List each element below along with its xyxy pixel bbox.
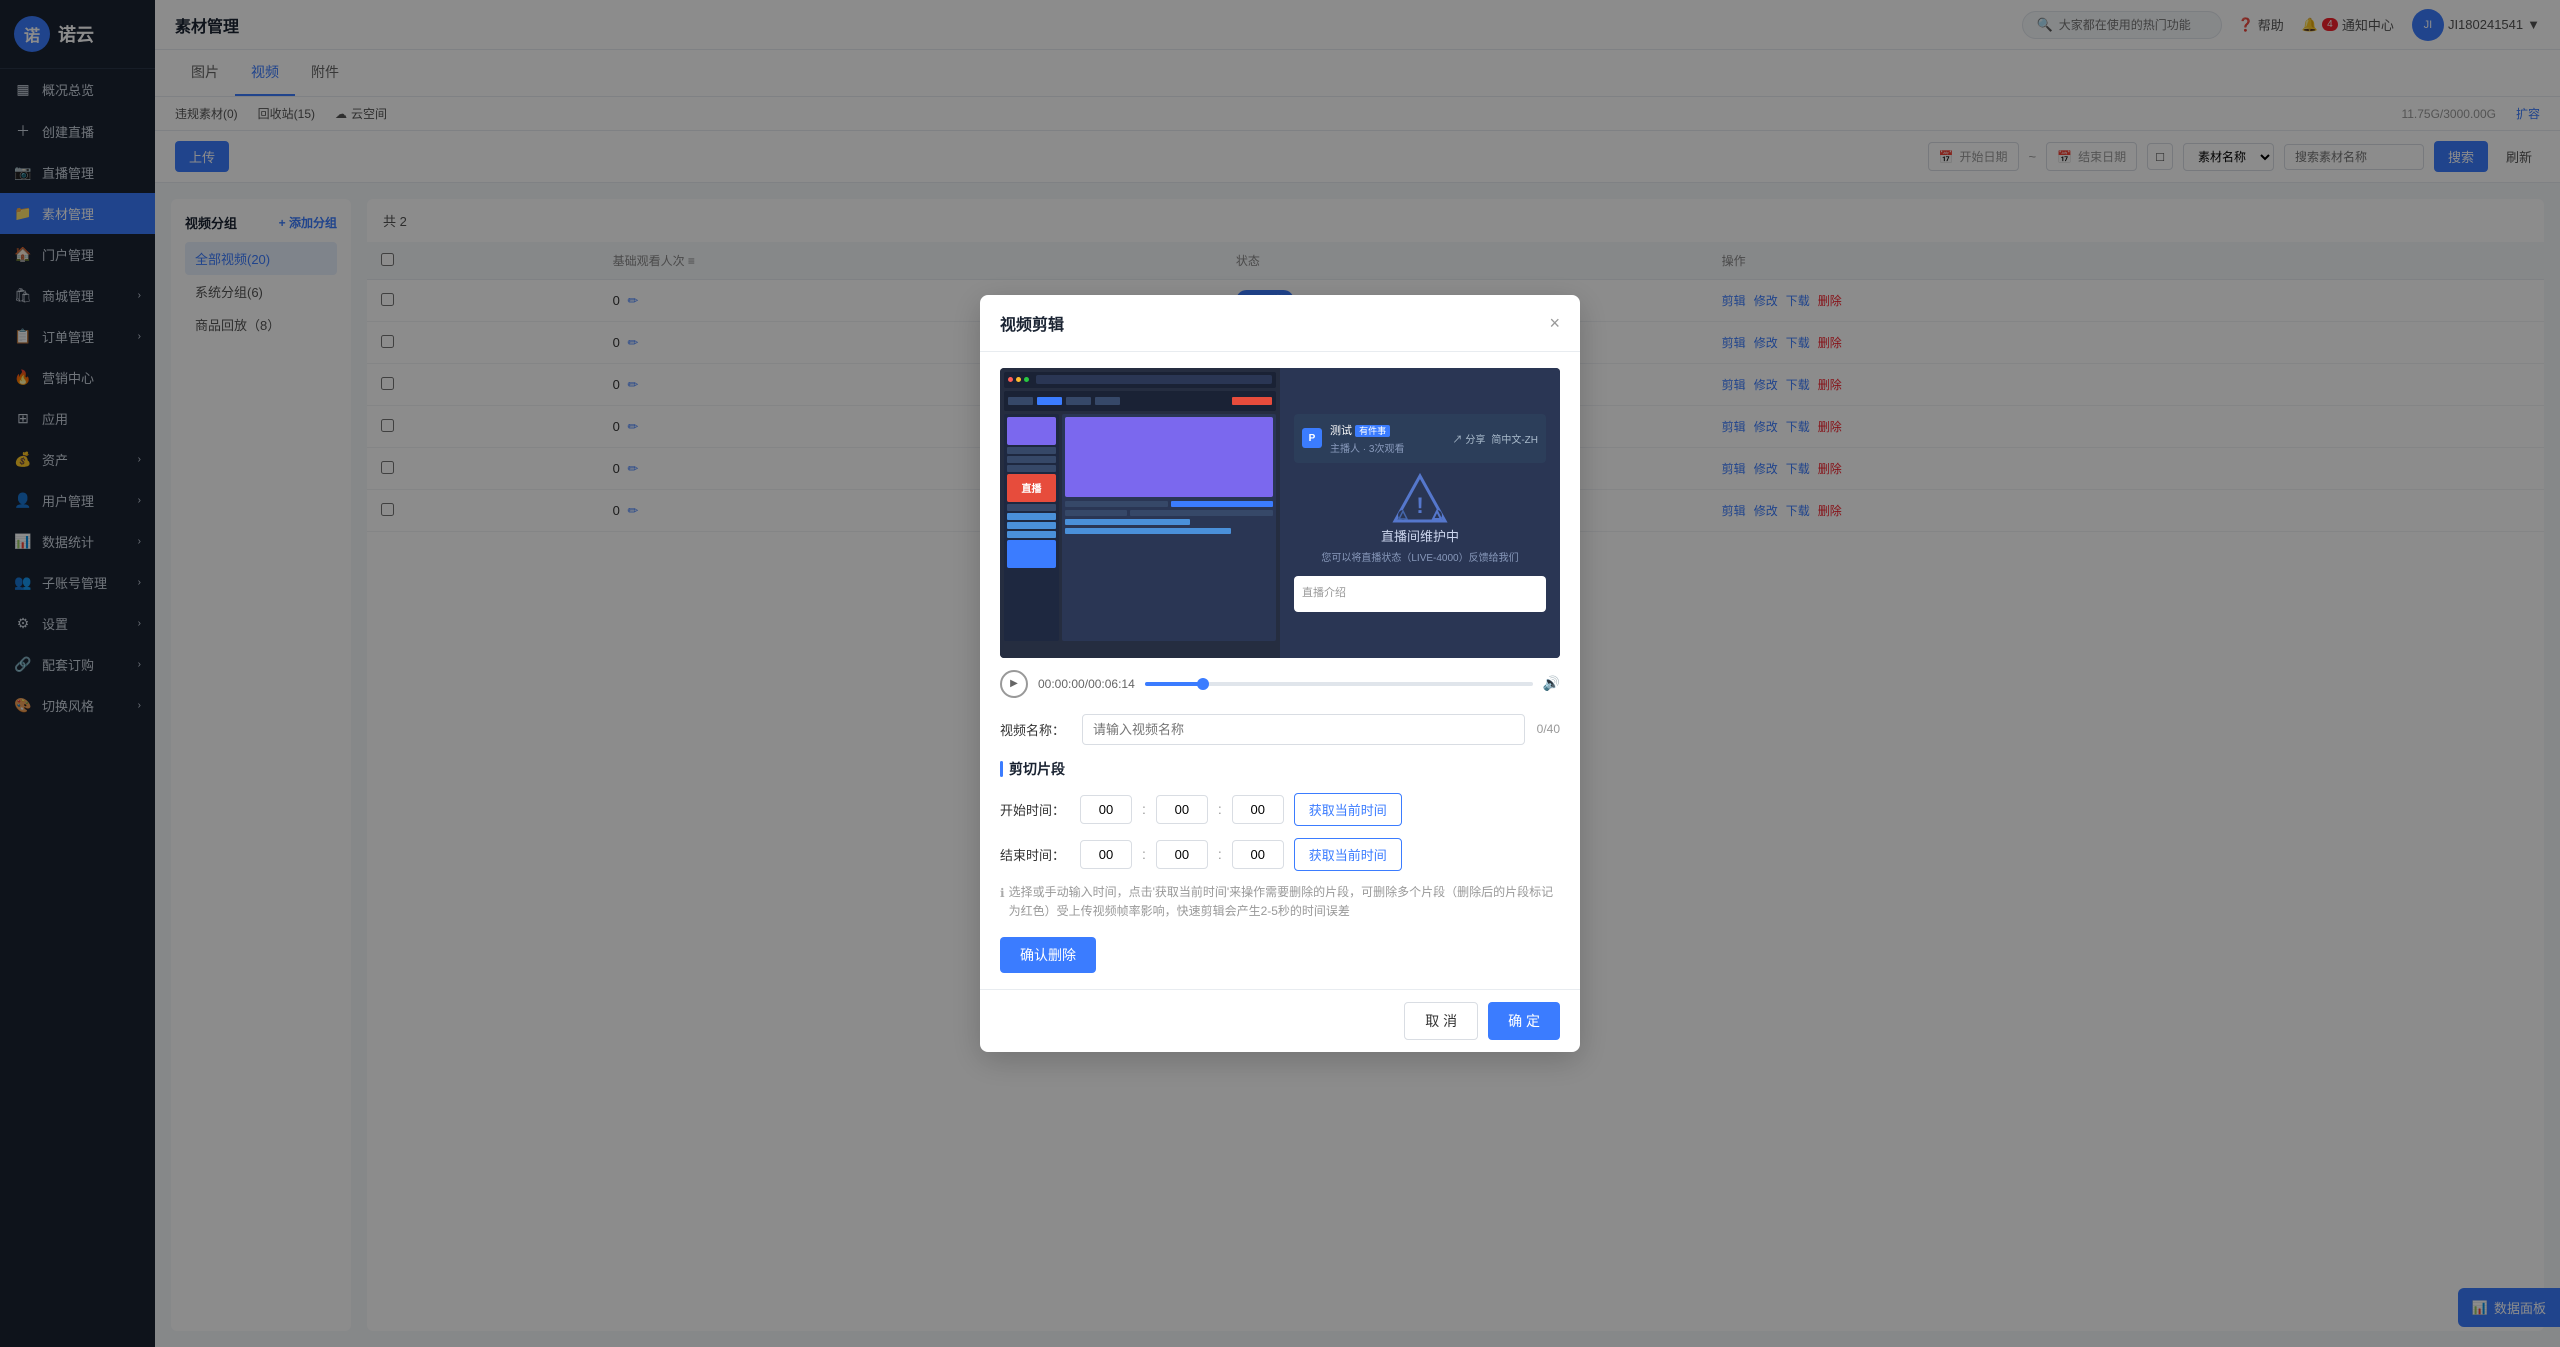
modal-footer: 取 消 确 定 bbox=[980, 989, 1580, 1052]
start-time-sec[interactable] bbox=[1232, 795, 1284, 824]
mock-item-blue bbox=[1007, 513, 1056, 520]
start-time-min[interactable] bbox=[1156, 795, 1208, 824]
end-time-min[interactable] bbox=[1156, 840, 1208, 869]
end-time-label: 结束时间： bbox=[1000, 845, 1070, 864]
max-dot bbox=[1024, 377, 1029, 382]
platform-icon: P bbox=[1302, 428, 1322, 448]
confirm-btn[interactable]: 确 定 bbox=[1488, 1002, 1560, 1040]
video-name-label: 视频名称： bbox=[1000, 720, 1070, 739]
time-colon-2: : bbox=[1218, 801, 1222, 817]
modal-body: 直播 bbox=[980, 352, 1580, 989]
mock-sub-blue bbox=[1065, 528, 1231, 534]
sub-row bbox=[1065, 501, 1273, 507]
info-icon: ℹ bbox=[1000, 884, 1005, 921]
hint-text: ℹ 选择或手动输入时间，点击'获取当前时间'来操作需要删除的片段，可删除多个片段… bbox=[1000, 883, 1560, 921]
video-clip-modal: 视频剪辑 × bbox=[980, 295, 1580, 1052]
warning-section: ! 直播间维护中 您可以将直播状态（LIVE-4000）反馈给我们 bbox=[1294, 471, 1546, 566]
modal-overlay: 视频剪辑 × bbox=[0, 0, 2560, 1347]
svg-text:!: ! bbox=[1416, 493, 1423, 518]
play-btn[interactable]: ▶ bbox=[1000, 670, 1028, 698]
time-colon-4: : bbox=[1218, 846, 1222, 862]
video-preview: 直播 bbox=[1000, 368, 1560, 658]
nav-item bbox=[1095, 397, 1120, 405]
progress-bar[interactable] bbox=[1145, 682, 1533, 686]
platform-info: 测试 有件事 主播人 · 3次观看 bbox=[1330, 422, 1445, 455]
video-left-panel: 直播 bbox=[1000, 368, 1280, 658]
modal-title: 视频剪辑 bbox=[1000, 311, 1064, 335]
sub-row bbox=[1065, 519, 1273, 525]
red-card: 直播 bbox=[1007, 474, 1056, 502]
mock-sub-blue bbox=[1065, 519, 1190, 525]
sub-row bbox=[1065, 510, 1273, 516]
video-name-counter: 0/40 bbox=[1537, 722, 1560, 736]
description-box: 直播介绍 bbox=[1294, 576, 1546, 612]
mock-item bbox=[1007, 504, 1056, 511]
modal-header: 视频剪辑 × bbox=[980, 295, 1580, 352]
nav-item bbox=[1008, 397, 1033, 405]
time-colon-1: : bbox=[1142, 801, 1146, 817]
end-time-row: 结束时间： : : 获取当前时间 bbox=[1000, 838, 1560, 871]
get-start-time-btn[interactable]: 获取当前时间 bbox=[1294, 793, 1402, 826]
maintenance-sub: 您可以将直播状态（LIVE-4000）反馈给我们 bbox=[1311, 551, 1528, 566]
volume-btn[interactable]: 🔊 bbox=[1543, 675, 1560, 692]
confirm-delete-btn[interactable]: 确认删除 bbox=[1000, 937, 1096, 973]
description-label: 直播介绍 bbox=[1302, 584, 1538, 600]
time-colon-3: : bbox=[1142, 846, 1146, 862]
platform-actions: ↗ 分享 简中文-ZH bbox=[1453, 431, 1538, 446]
maintenance-title: 直播间维护中 bbox=[1381, 526, 1459, 545]
video-name-input[interactable] bbox=[1082, 714, 1525, 745]
mock-sub bbox=[1065, 510, 1127, 516]
mock-item bbox=[1007, 465, 1056, 472]
video-controls: ▶ 00:00:00/00:06:14 🔊 bbox=[1000, 670, 1560, 698]
time-display: 00:00:00/00:06:14 bbox=[1038, 677, 1135, 691]
mock-thumbnail bbox=[1007, 417, 1056, 445]
browser-mock: 直播 bbox=[1000, 368, 1280, 658]
mock-item-blue bbox=[1007, 531, 1056, 538]
start-time-hour[interactable] bbox=[1080, 795, 1132, 824]
end-time-hour[interactable] bbox=[1080, 840, 1132, 869]
video-preview-inner: 直播 bbox=[1000, 368, 1560, 658]
content-grid: 直播 bbox=[1004, 414, 1276, 641]
video-name-row: 视频名称： 0/40 bbox=[1000, 714, 1560, 745]
platform-bar: P 测试 有件事 主播人 · 3次观看 ↗ 分享 简中文-ZH bbox=[1294, 414, 1546, 463]
start-time-label: 开始时间： bbox=[1000, 800, 1070, 819]
progress-fill bbox=[1145, 682, 1203, 686]
end-time-sec[interactable] bbox=[1232, 840, 1284, 869]
min-dot bbox=[1016, 377, 1021, 382]
modal-close-btn[interactable]: × bbox=[1549, 314, 1560, 332]
sub-row bbox=[1065, 528, 1273, 534]
mock-item bbox=[1007, 447, 1056, 454]
left-col: 直播 bbox=[1004, 414, 1059, 641]
red-btn bbox=[1232, 397, 1272, 405]
mock-sub bbox=[1130, 510, 1274, 516]
cancel-btn[interactable]: 取 消 bbox=[1404, 1002, 1478, 1040]
blue-card bbox=[1007, 540, 1056, 568]
progress-thumb bbox=[1197, 678, 1209, 690]
main-thumbnail bbox=[1065, 417, 1273, 497]
platform-meta: 主播人 · 3次观看 bbox=[1330, 440, 1445, 455]
mock-sub-blue bbox=[1171, 501, 1274, 507]
warning-triangle-icon: ! bbox=[1390, 471, 1450, 526]
platform-name: 测试 有件事 bbox=[1330, 422, 1445, 438]
mock-item bbox=[1007, 456, 1056, 463]
get-end-time-btn[interactable]: 获取当前时间 bbox=[1294, 838, 1402, 871]
browser-bar bbox=[1004, 372, 1276, 388]
close-dot bbox=[1008, 377, 1013, 382]
nav-bar-mock bbox=[1004, 391, 1276, 411]
right-col bbox=[1062, 414, 1276, 641]
url-bar bbox=[1036, 375, 1272, 384]
start-time-row: 开始时间： : : 获取当前时间 bbox=[1000, 793, 1560, 826]
mock-sub bbox=[1065, 501, 1168, 507]
mock-item-blue bbox=[1007, 522, 1056, 529]
nav-item bbox=[1066, 397, 1091, 405]
nav-item-active bbox=[1037, 397, 1062, 405]
clip-section-title: 剪切片段 bbox=[1000, 759, 1560, 779]
video-right-panel: P 测试 有件事 主播人 · 3次观看 ↗ 分享 简中文-ZH bbox=[1280, 368, 1560, 658]
